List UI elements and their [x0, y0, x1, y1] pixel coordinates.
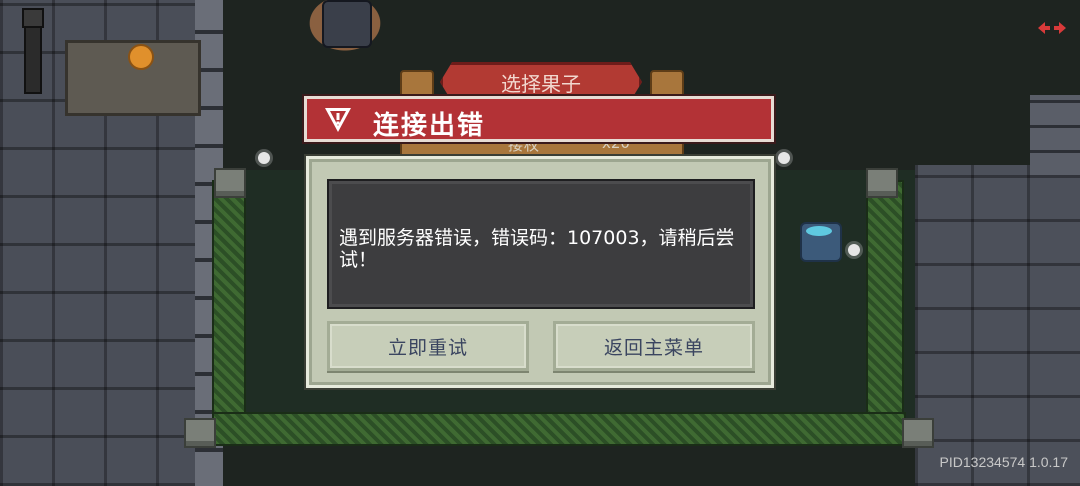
flower — [848, 244, 860, 256]
street-lamp — [22, 8, 44, 94]
main-menu-button-label: 返回主菜单 — [603, 336, 704, 359]
retry-button-label: 立即重试 — [387, 336, 468, 359]
water-pot — [800, 222, 842, 262]
version-label: PID13234574 1.0.17 — [939, 454, 1068, 470]
fence-post — [184, 418, 216, 448]
error-message: 遇到服务器错误，错误码：107003，请稍后尝试！ — [339, 227, 735, 271]
flower — [258, 152, 270, 164]
swap-arrows-icon[interactable] — [1036, 20, 1068, 36]
error-dialog: 遇到服务器错误，错误码：107003，请稍后尝试！ 立即重试 返回主菜单 — [306, 156, 774, 388]
error-dialog-header: 连接出错 — [304, 96, 774, 142]
warning-icon — [325, 108, 351, 132]
stone-path-right — [915, 165, 1080, 486]
flower — [778, 152, 790, 164]
fence-post — [866, 168, 898, 198]
player-character-body — [322, 0, 372, 48]
fruit-item — [128, 44, 154, 70]
dialog-title: 连接出错 — [373, 111, 486, 141]
stone-steps-right — [1030, 95, 1080, 175]
fence-post — [902, 418, 934, 448]
hedge-bottom — [212, 412, 906, 446]
select-fruit-title: 选择果子 — [501, 71, 581, 96]
hedge-left — [212, 180, 246, 434]
hedge-right — [866, 180, 904, 434]
retry-button[interactable]: 立即重试 — [327, 321, 529, 371]
message-panel: 遇到服务器错误，错误码：107003，请稍后尝试！ — [327, 179, 755, 309]
fence-post — [214, 168, 246, 198]
main-menu-button[interactable]: 返回主菜单 — [553, 321, 755, 371]
